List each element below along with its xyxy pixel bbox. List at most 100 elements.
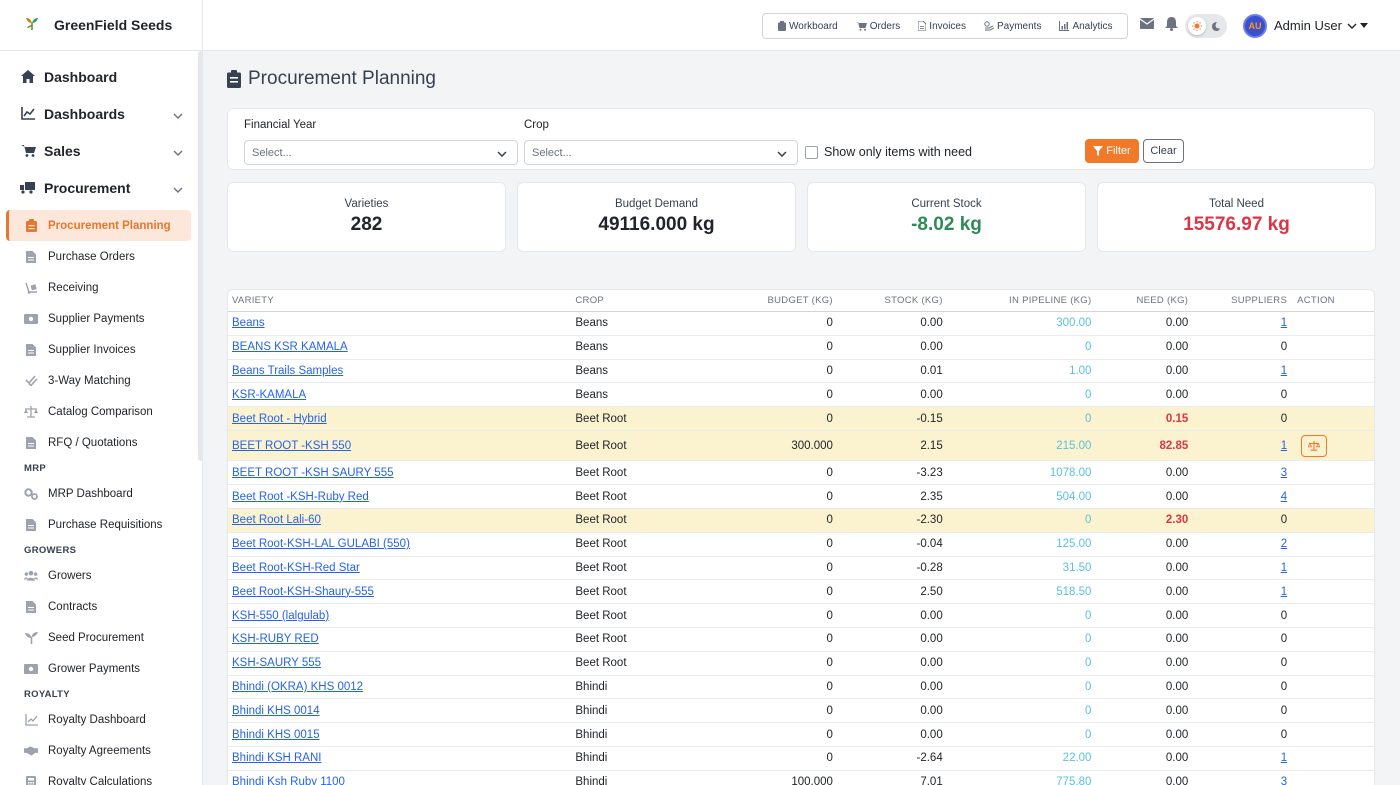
suppliers-link[interactable]: 1 [1281,365,1287,377]
topnav-orders[interactable]: Orders [847,21,910,32]
sidebar-item-3-way-matching[interactable]: 3-Way Matching [0,365,197,396]
variety-link[interactable]: Beans Trails Samples [232,365,343,377]
variety-link[interactable]: BEET ROOT -KSH SAURY 555 [232,467,394,479]
need-only-checkbox[interactable] [805,146,818,159]
variety-link[interactable]: Bhindi Ksh Ruby 1100 [232,776,345,785]
suppliers-link[interactable]: 1 [1281,562,1287,574]
cart-icon [855,21,867,31]
col-header-suppliers[interactable]: SUPPLIERS [1192,295,1291,306]
sidebar-item-label: RFQ / Quotations [48,436,138,449]
suppliers-link[interactable]: 4 [1281,491,1287,503]
avatar[interactable]: AU [1243,14,1267,38]
theme-toggle[interactable] [1185,14,1227,38]
variety-link[interactable]: Bhindi KHS 0014 [232,705,320,717]
variety-link[interactable]: BEET ROOT -KSH 550 [232,440,351,452]
sidebar-item-catalog-comparison[interactable]: Catalog Comparison [0,396,197,427]
brand[interactable]: GreenField Seeds [0,0,202,51]
col-header-budget[interactable]: BUDGET (KG) [681,295,837,306]
cell-budget: 0 [826,562,833,575]
topnav-analytics[interactable]: Analytics [1050,21,1121,32]
topnav-invoices[interactable]: Invoices [909,21,975,32]
sidebar-item-supplier-payments[interactable]: Supplier Payments [0,303,197,334]
filter-button[interactable]: Filter [1085,139,1139,163]
sidebar-item-royalty-agreements[interactable]: Royalty Agreements [0,735,197,766]
sidebar-item-royalty-calculations[interactable]: Royalty Calculations [0,766,197,785]
cell-suppliers: 1 [1192,317,1291,329]
clear-button[interactable]: Clear [1143,139,1184,163]
sidebar-item-contracts[interactable]: Contracts [0,591,197,622]
variety-link[interactable]: Bhindi KHS 0015 [232,729,320,741]
variety-link[interactable]: Bhindi KSH RANI [232,752,321,764]
sidebar-item-sales[interactable]: Sales [0,132,197,169]
sidebar-item-purchase-requisitions[interactable]: Purchase Requisitions [0,509,197,540]
col-header-stock[interactable]: STOCK (KG) [837,295,947,306]
sidebar-item-growers[interactable]: Growers [0,560,197,591]
sidebar-item-rfq-quotations[interactable]: RFQ / Quotations [0,427,197,458]
suppliers-link[interactable]: 3 [1281,467,1287,479]
money-icon [24,312,38,326]
variety-link[interactable]: Beet Root - Hybrid [232,413,327,425]
sidebar-item-purchase-orders[interactable]: Purchase Orders [0,241,197,272]
variety-link[interactable]: Beet Root Lali-60 [232,514,321,526]
variety-link[interactable]: BEANS KSR KAMALA [232,341,348,353]
suppliers-link[interactable]: 1 [1281,440,1287,452]
suppliers-link[interactable]: 1 [1281,752,1287,764]
sidebar-item-procurement-planning[interactable]: Procurement Planning [6,210,191,241]
cell-budget: 0 [826,514,833,527]
cell-pipeline: 300.00 [1056,317,1092,330]
topnav-payments[interactable]: Payments [975,21,1050,32]
sidebar-item-seed-procurement[interactable]: Seed Procurement [0,622,197,653]
sidebar-item-grower-payments[interactable]: Grower Payments [0,653,197,684]
cell-budget: 0 [826,317,833,330]
sidebar-item-receiving[interactable]: Receiving [0,272,197,303]
clipboard-icon [24,219,38,233]
topnav-workboard[interactable]: Workboard [769,21,847,32]
suppliers-link[interactable]: 1 [1281,317,1287,329]
cell-stock: 2.50 [920,585,943,598]
variety-link[interactable]: Beet Root-KSH-Red Star [232,562,360,574]
sidebar-item-dashboards[interactable]: Dashboards [0,95,197,132]
table-row: Beet Root-KSH-Shaury-555 Beet Root 0 2.50 51… [228,580,1374,605]
variety-link[interactable]: KSR-KAMALA [232,389,306,401]
financial-year-select[interactable]: Select... [244,140,518,165]
col-header-variety[interactable]: VARIETY [228,295,571,306]
variety-link[interactable]: KSH-RUBY RED [232,633,319,645]
variety-link[interactable]: Beet Root -KSH-Ruby Red [232,491,369,503]
variety-link[interactable]: Beet Root-KSH-LAL GULABI (550) [232,538,410,550]
variety-link[interactable]: Bhindi (OKRA) KHS 0012 [232,681,363,693]
cell-pipeline: 0 [1085,633,1092,646]
crop-select[interactable]: Select... [524,140,798,165]
cell-variety: Beans Trails Samples [228,365,571,377]
variety-link[interactable]: KSH-SAURY 555 [232,657,321,669]
variety-link[interactable]: KSH-550 (lalgulab) [232,610,329,622]
cell-budget: 100.000 [791,776,833,785]
suppliers-link[interactable]: 3 [1281,776,1287,785]
envelope-icon[interactable] [1139,18,1155,32]
sidebar-item-royalty-dashboard[interactable]: Royalty Dashboard [0,704,197,735]
bell-icon[interactable] [1165,17,1178,34]
sidebar-item-dashboard[interactable]: Dashboard [0,58,197,95]
cell-crop: Beet Root [575,490,627,503]
filter-icon [1093,146,1104,156]
col-header-pipeline[interactable]: IN PIPELINE (KG) [947,295,1096,306]
col-header-need[interactable]: NEED (KG) [1095,295,1192,306]
sidebar-item-label: Procurement Planning [48,219,171,232]
cell-pipeline: 775.80 [1056,776,1092,785]
cell-stock: -3.23 [916,466,943,479]
compare-button[interactable] [1301,434,1328,457]
suppliers-link[interactable]: 1 [1281,586,1287,598]
table-row: KSH-550 (lalgulab) Beet Root 0 0.00 0 0.00 0 [228,604,1374,629]
sidebar-item-supplier-invoices[interactable]: Supplier Invoices [0,334,197,365]
col-header-crop[interactable]: CROP [571,295,681,306]
suppliers-link[interactable]: 2 [1281,538,1287,550]
crop-label: Crop [524,119,549,131]
variety-link[interactable]: Beet Root-KSH-Shaury-555 [232,586,374,598]
truck-icon [20,180,36,196]
sidebar-item-mrp-dashboard[interactable]: MRP Dashboard [0,478,197,509]
top-nav: Workboard Orders Invoices Payments Analy… [762,13,1129,39]
sidebar-item-procurement[interactable]: Procurement [0,169,197,206]
user-menu[interactable]: Admin User [1274,18,1368,33]
variety-link[interactable]: Beans [232,317,265,329]
suppliers-count: 0 [1280,728,1288,741]
need-only-label[interactable]: Show only items with need [824,145,972,159]
